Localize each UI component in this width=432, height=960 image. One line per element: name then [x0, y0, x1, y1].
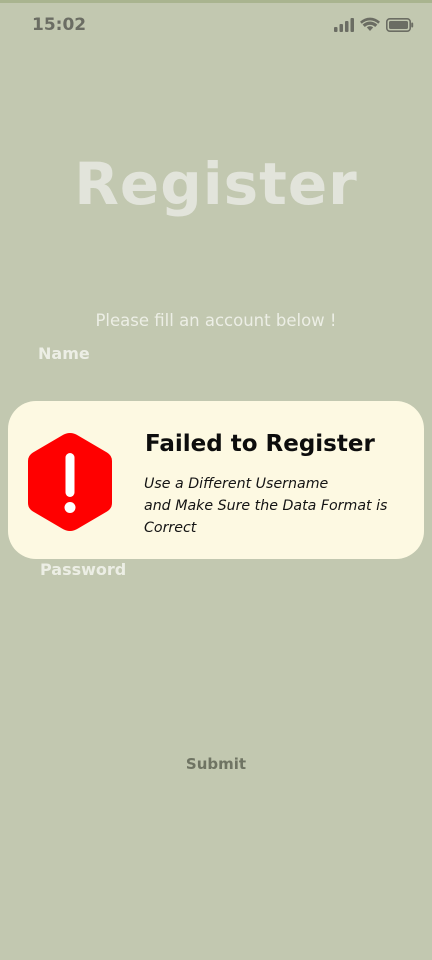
error-alert-dialog: Failed to Register Use a Different Usern…	[8, 401, 424, 559]
wifi-icon	[360, 17, 380, 36]
battery-icon	[386, 17, 414, 36]
page-title: Register	[74, 150, 358, 218]
signal-icon	[334, 17, 354, 36]
alert-message-line: Use a Different Username	[144, 476, 329, 492]
status-time: 15:02	[32, 15, 87, 35]
page-subtitle: Please fill an account below !	[95, 311, 337, 330]
alert-message: Use a Different Username and Make Sure t…	[144, 473, 414, 539]
alert-message-line: Correct	[144, 520, 197, 536]
submit-button[interactable]: Submit	[166, 752, 266, 776]
status-bar: 15:02	[0, 0, 432, 52]
alert-message-line: and Make Sure the Data Format is	[144, 498, 388, 514]
alert-title: Failed to Register	[145, 431, 375, 457]
status-icons	[334, 17, 414, 36]
name-label: Name	[38, 344, 90, 363]
password-label: Password	[40, 560, 127, 579]
alert-hexagon-icon	[24, 429, 116, 535]
